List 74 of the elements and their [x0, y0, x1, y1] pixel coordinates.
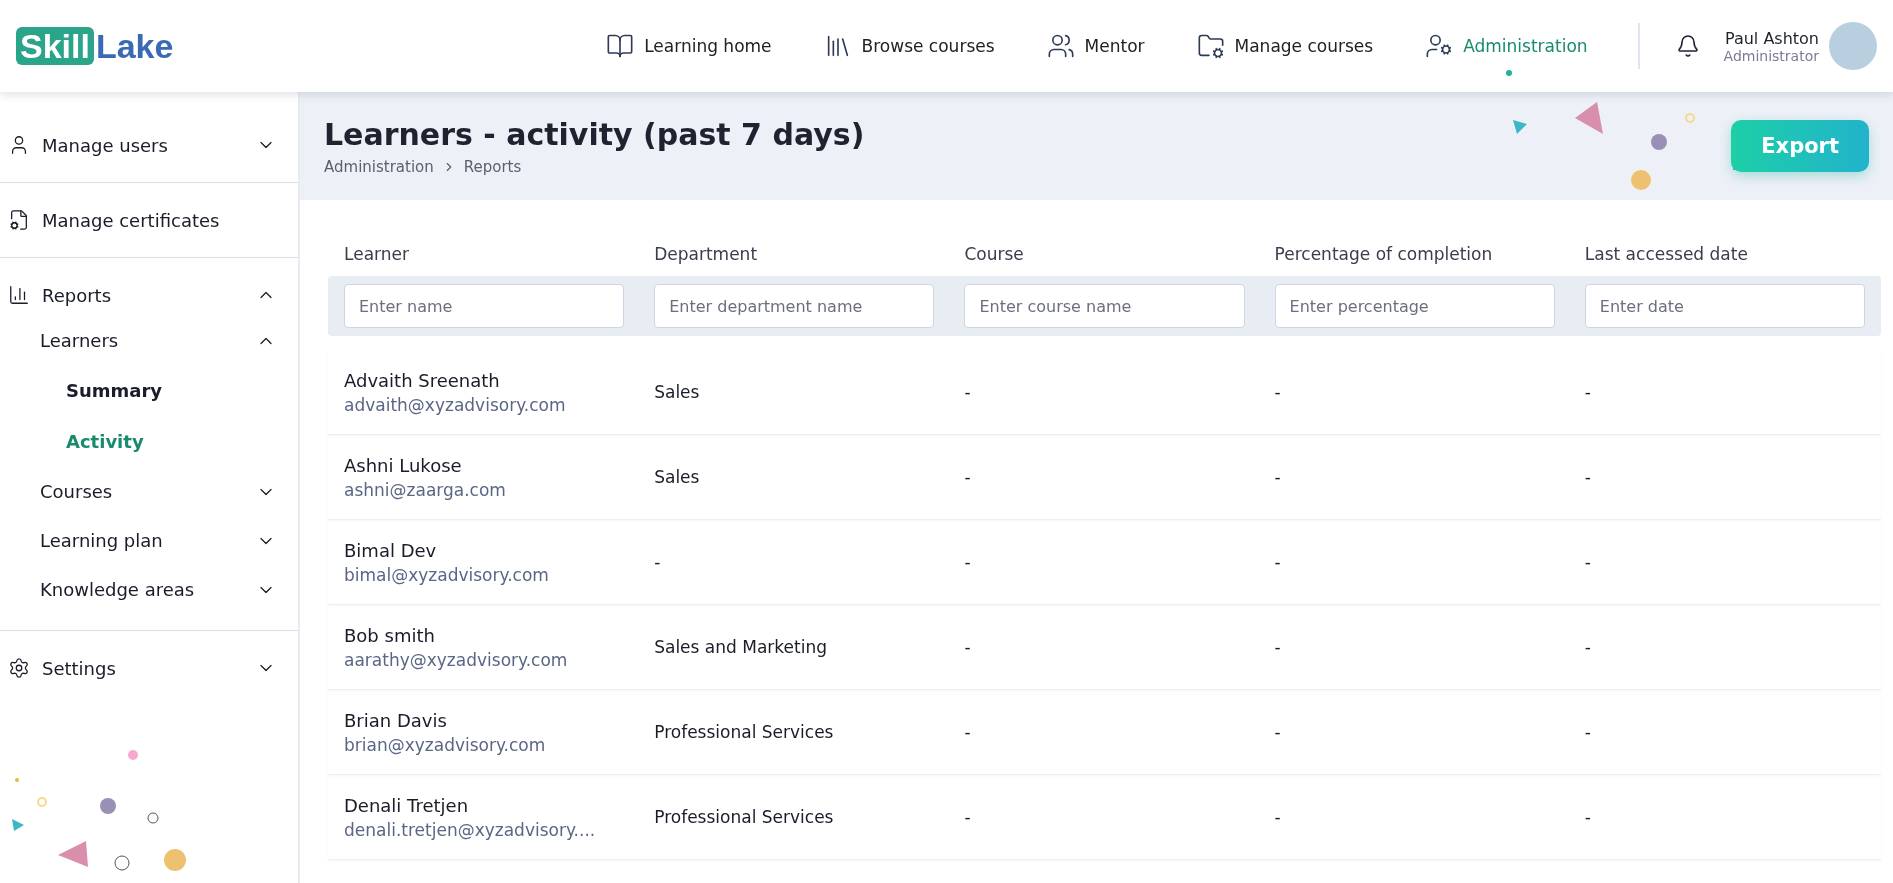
table-cell-text: -: [1584, 382, 1592, 402]
table-cell-text: -: [1274, 552, 1282, 572]
sidebar-item[interactable]: Courses: [0, 467, 298, 516]
table-cell-text: Sales and Marketing: [654, 637, 828, 657]
learner-name: Bob smith: [344, 624, 436, 646]
user-name: Paul Ashton: [1724, 28, 1819, 48]
table-cell-text: -: [1584, 722, 1592, 742]
sidebar-item[interactable]: Learning plan: [0, 516, 298, 565]
learner-email: denali.tretjen@xyzadvisory....: [344, 819, 597, 840]
sidebar-icon: [8, 284, 30, 306]
sidebar-item[interactable]: Settings: [0, 647, 298, 689]
sidebar-item[interactable]: Manage certificates: [0, 199, 298, 241]
nav-icon: [1425, 32, 1454, 60]
sidebar-item[interactable]: Knowledge areas: [0, 565, 298, 614]
sidebar-item[interactable]: Summary: [0, 365, 298, 416]
sidebar-item[interactable]: Activity: [0, 416, 298, 467]
filter-input[interactable]: Enter name: [344, 284, 625, 328]
column-header: Course: [964, 244, 1025, 264]
learner-email: bimal@xyzadvisory.com: [344, 564, 550, 585]
logo[interactable]: Skill Lake: [16, 26, 174, 66]
table-cell-text: -: [1274, 807, 1282, 827]
learner-email: ashni@zaarga.com: [344, 479, 507, 500]
table-cell-text: -: [1584, 637, 1592, 657]
table-cell-text: Sales: [654, 382, 701, 402]
table-cell-text: Professional Services: [654, 807, 835, 827]
table-cell-text: -: [1584, 807, 1592, 827]
filter-input[interactable]: Enter percentage: [1274, 284, 1555, 328]
learner-name: Bimal Dev: [344, 539, 438, 561]
nav-icon: [1196, 32, 1225, 60]
table-cell-text: -: [964, 552, 972, 572]
table-cell-text: -: [964, 467, 972, 487]
nav-link[interactable]: Learning home: [606, 24, 772, 68]
column-header: Learner: [344, 244, 410, 264]
sidebar-item[interactable]: Reports: [0, 274, 298, 316]
sidebar-item[interactable]: Learners: [0, 316, 298, 365]
table-cell-text: -: [654, 552, 662, 572]
table-cell-text: -: [964, 637, 972, 657]
table-cell-text: -: [964, 722, 972, 742]
table-cell-text: -: [964, 807, 972, 827]
nav-icon: [606, 32, 635, 60]
table-cell-text: -: [1274, 467, 1282, 487]
filter-input[interactable]: Enter course name: [964, 284, 1245, 328]
learner-name: Advaith Sreenath: [344, 369, 501, 391]
column-header: Department: [654, 244, 759, 264]
nav-link[interactable]: Manage courses: [1196, 24, 1374, 68]
learner-name: Ashni Lukose: [344, 454, 463, 476]
nav-link[interactable]: Mentor: [1046, 24, 1145, 68]
table-cell-text: -: [964, 382, 972, 402]
table-cell-text: -: [1584, 467, 1592, 487]
nav-link[interactable]: Browse courses: [823, 24, 995, 68]
sidebar-icon: [8, 657, 30, 679]
learner-email: advaith@xyzadvisory.com: [344, 394, 567, 415]
filter-input[interactable]: Enter department name: [654, 284, 935, 328]
table-cell-text: -: [1274, 637, 1282, 657]
table-cell-text: -: [1584, 552, 1592, 572]
user-role: Administrator: [1723, 47, 1819, 64]
learner-email: aarathy@xyzadvisory.com: [344, 649, 569, 670]
learner-name: Brian Davis: [344, 709, 448, 731]
table-cell-text: -: [1274, 722, 1282, 742]
table-cell-text: Professional Services: [654, 722, 835, 742]
column-header: Percentage of completion: [1274, 244, 1494, 264]
table-cell-text: -: [1274, 382, 1282, 402]
learner-email: brian@xyzadvisory.com: [344, 734, 547, 755]
learner-name: Denali Tretjen: [344, 794, 470, 816]
table-cell-text: Sales: [654, 467, 701, 487]
page-title: Learners - activity (past 7 days): [324, 116, 865, 152]
notification-bell-icon[interactable]: [1675, 34, 1700, 58]
column-header: Last accessed date: [1584, 244, 1749, 264]
breadcrumb-link[interactable]: Administration: [324, 157, 434, 176]
nav-icon: [1046, 32, 1075, 60]
sidebar-icon: [8, 209, 30, 231]
filter-input[interactable]: Enter date: [1584, 284, 1865, 328]
breadcrumb-link[interactable]: Reports: [463, 157, 522, 176]
sidebar-item[interactable]: Manage users: [0, 124, 298, 166]
